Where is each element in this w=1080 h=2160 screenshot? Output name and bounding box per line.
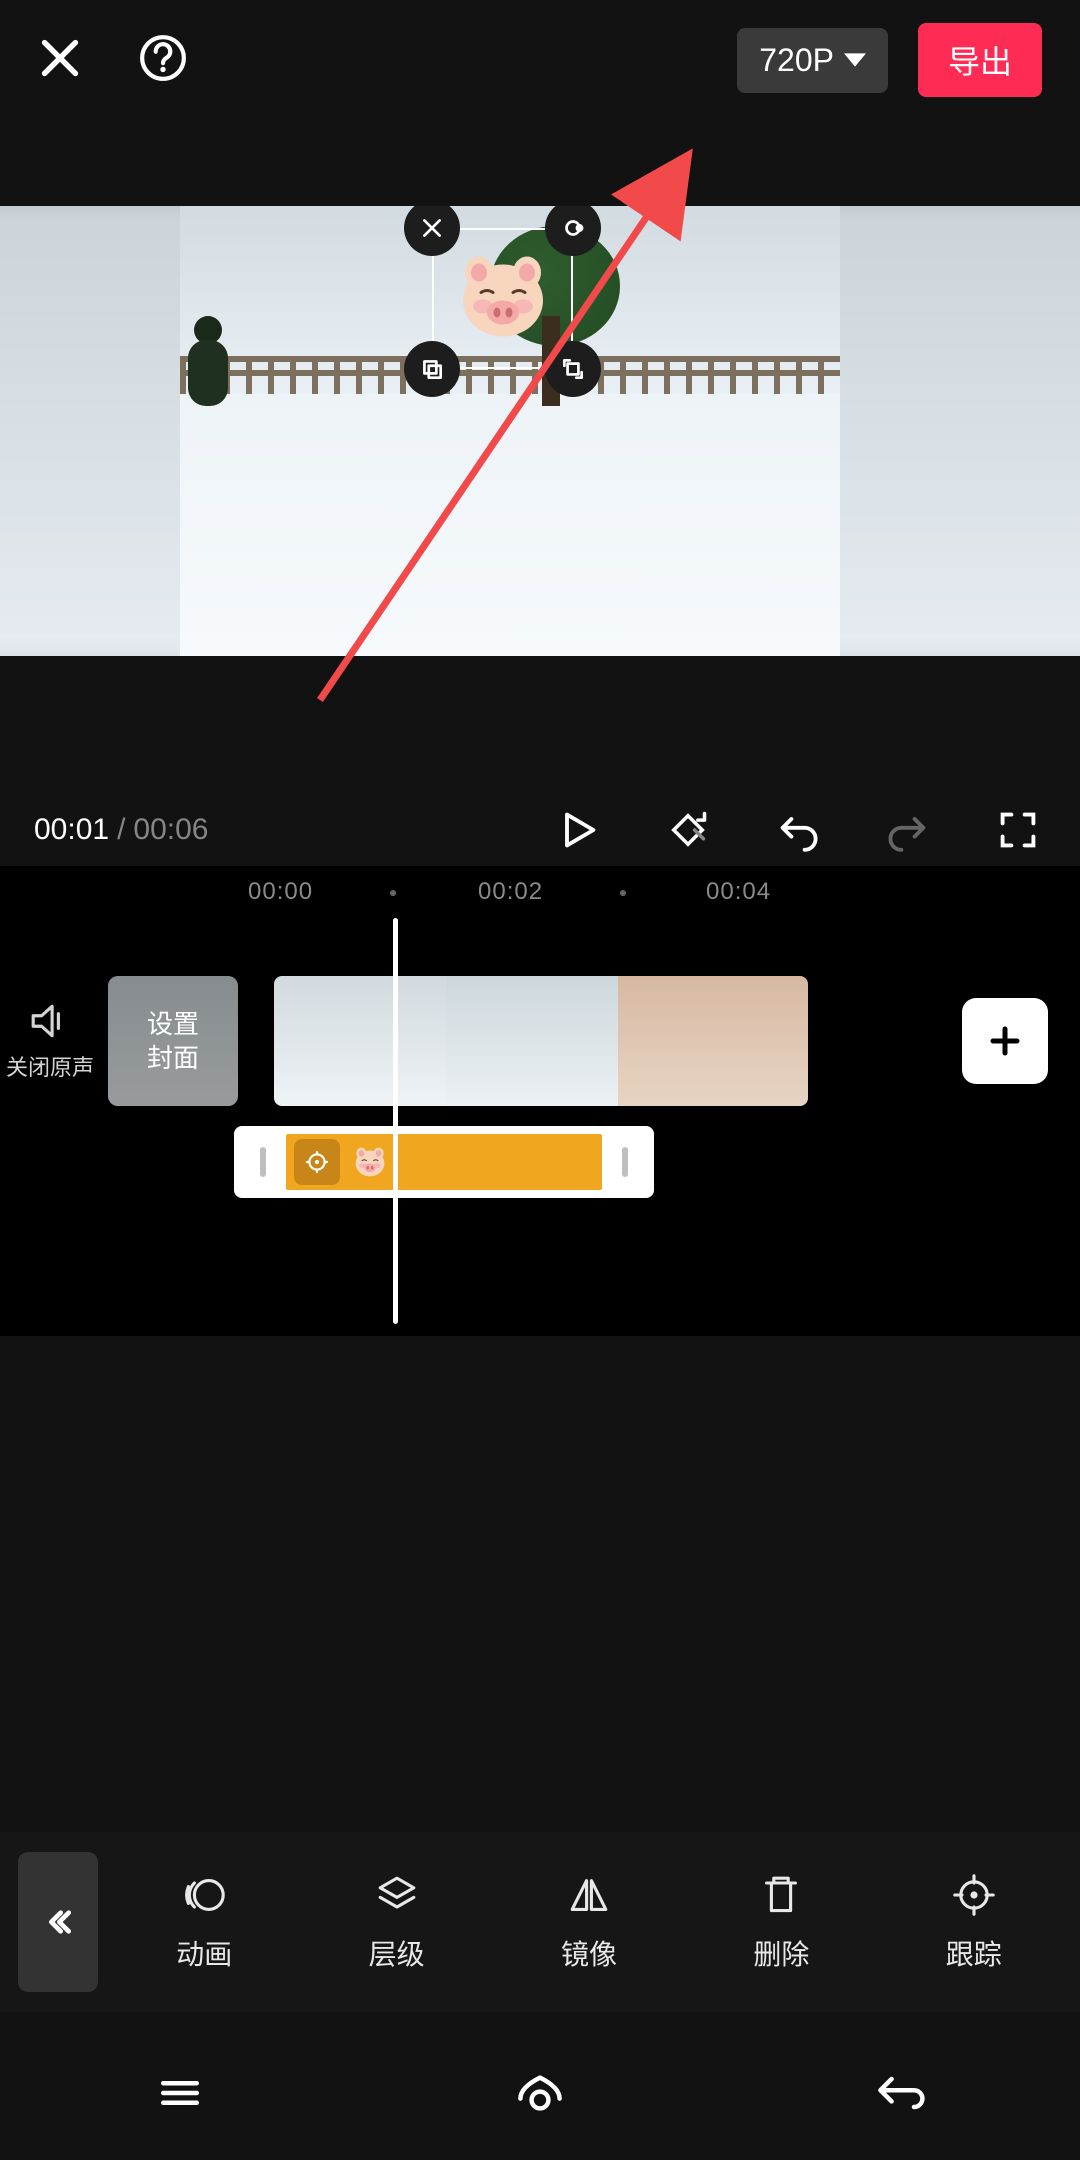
back-icon [872, 2065, 928, 2121]
speaker-mute-icon [29, 1000, 71, 1042]
crosshair-icon [304, 1149, 330, 1175]
resolution-button[interactable]: 720P [737, 28, 888, 93]
video-track[interactable]: 关闭原声 设置 封面 [0, 976, 1080, 1106]
redo-button[interactable] [880, 802, 936, 858]
ruler-dot [620, 890, 626, 896]
keyframe-icon [666, 808, 710, 852]
sticker-copy-handle[interactable] [404, 341, 460, 397]
ruler-dot [390, 890, 396, 896]
nav-home-button[interactable] [512, 2065, 568, 2126]
video-clip[interactable] [446, 976, 618, 1106]
rotate-icon [560, 356, 586, 382]
tool-mirror[interactable]: 镜像 [561, 1871, 617, 1973]
export-label: 导出 [948, 44, 1012, 80]
close-icon [419, 215, 445, 241]
nav-back-button[interactable] [872, 2065, 928, 2126]
toolbar-back-button[interactable] [18, 1852, 98, 1992]
animation-icon [180, 1871, 228, 1919]
fullscreen-button[interactable] [990, 802, 1046, 858]
clip-handle-left[interactable] [260, 1147, 266, 1177]
chevron-down-icon [844, 53, 866, 67]
playhead[interactable] [393, 918, 398, 1324]
help-button[interactable] [138, 33, 188, 88]
export-button[interactable]: 导出 [918, 23, 1042, 97]
video-clips[interactable] [274, 976, 808, 1106]
trash-icon [757, 1871, 805, 1919]
tool-label: 动画 [176, 1933, 232, 1973]
sticker-track[interactable] [0, 1124, 1080, 1200]
mute-label: 关闭原声 [6, 1050, 94, 1082]
tool-label: 跟踪 [946, 1933, 1002, 1973]
play-button[interactable] [550, 802, 606, 858]
sticker-scale-handle[interactable] [545, 341, 601, 397]
sticker-clip-body[interactable] [286, 1134, 602, 1190]
tool-label: 层级 [369, 1933, 425, 1973]
ruler-mark: 00:00 [248, 878, 313, 906]
pig-sticker-thumb-icon [350, 1144, 390, 1180]
mute-original-audio-button[interactable]: 关闭原声 [0, 1000, 100, 1082]
layers-icon [373, 1871, 421, 1919]
keyframe-button[interactable] [660, 802, 716, 858]
preview-area[interactable] [0, 206, 1080, 656]
time-ruler[interactable]: 00:00 00:02 00:04 [0, 866, 1080, 918]
fullscreen-icon [996, 808, 1040, 852]
cover-label-line1: 设置 [147, 1007, 199, 1041]
chevron-left-double-icon [42, 1906, 74, 1938]
ruler-mark: 00:02 [478, 878, 543, 906]
add-clip-button[interactable] [962, 998, 1048, 1084]
set-cover-button[interactable]: 设置 封面 [108, 976, 238, 1106]
copy-icon [419, 356, 445, 382]
tool-track[interactable]: 跟踪 [946, 1871, 1002, 1973]
video-clip[interactable] [618, 976, 808, 1106]
video-clip[interactable] [274, 976, 446, 1106]
menu-icon [152, 2065, 208, 2121]
redo-icon [886, 808, 930, 852]
tool-delete[interactable]: 删除 [753, 1871, 809, 1973]
tool-label: 镜像 [561, 1933, 617, 1973]
mirror-icon [565, 1871, 613, 1919]
nav-recent-button[interactable] [152, 2065, 208, 2126]
playback-controls-row: 00:01 / 00:06 [0, 790, 1080, 870]
help-icon [138, 33, 188, 83]
play-icon [556, 808, 600, 852]
bottom-toolbar: 动画 层级 镜像 删除 跟踪 [0, 1832, 1080, 2012]
clip-handle-right[interactable] [622, 1147, 628, 1177]
timeline[interactable]: 00:00 00:02 00:04 关闭原声 设置 封面 [0, 866, 1080, 1336]
close-icon [38, 36, 82, 80]
tool-animation[interactable]: 动画 [176, 1871, 232, 1973]
tool-label: 删除 [753, 1933, 809, 1973]
system-nav-bar [0, 2030, 1080, 2160]
crosshair-icon [950, 1871, 998, 1919]
total-time: 00:06 [133, 813, 208, 847]
edit-arc-icon [560, 215, 586, 241]
current-time: 00:01 [34, 813, 109, 847]
tracking-badge [294, 1139, 340, 1185]
resolution-label: 720P [759, 42, 834, 79]
plus-icon [985, 1021, 1025, 1061]
cover-label-line2: 封面 [147, 1041, 199, 1075]
close-button[interactable] [38, 36, 82, 85]
undo-button[interactable] [770, 802, 826, 858]
home-icon [512, 2065, 568, 2121]
tool-layer[interactable]: 层级 [369, 1871, 425, 1973]
pig-sticker-icon[interactable] [448, 246, 558, 351]
undo-icon [776, 808, 820, 852]
sticker-clip[interactable] [234, 1126, 654, 1198]
ruler-mark: 00:04 [706, 878, 771, 906]
sticker-bounding-box[interactable] [420, 216, 585, 381]
time-separator: / [117, 813, 125, 847]
